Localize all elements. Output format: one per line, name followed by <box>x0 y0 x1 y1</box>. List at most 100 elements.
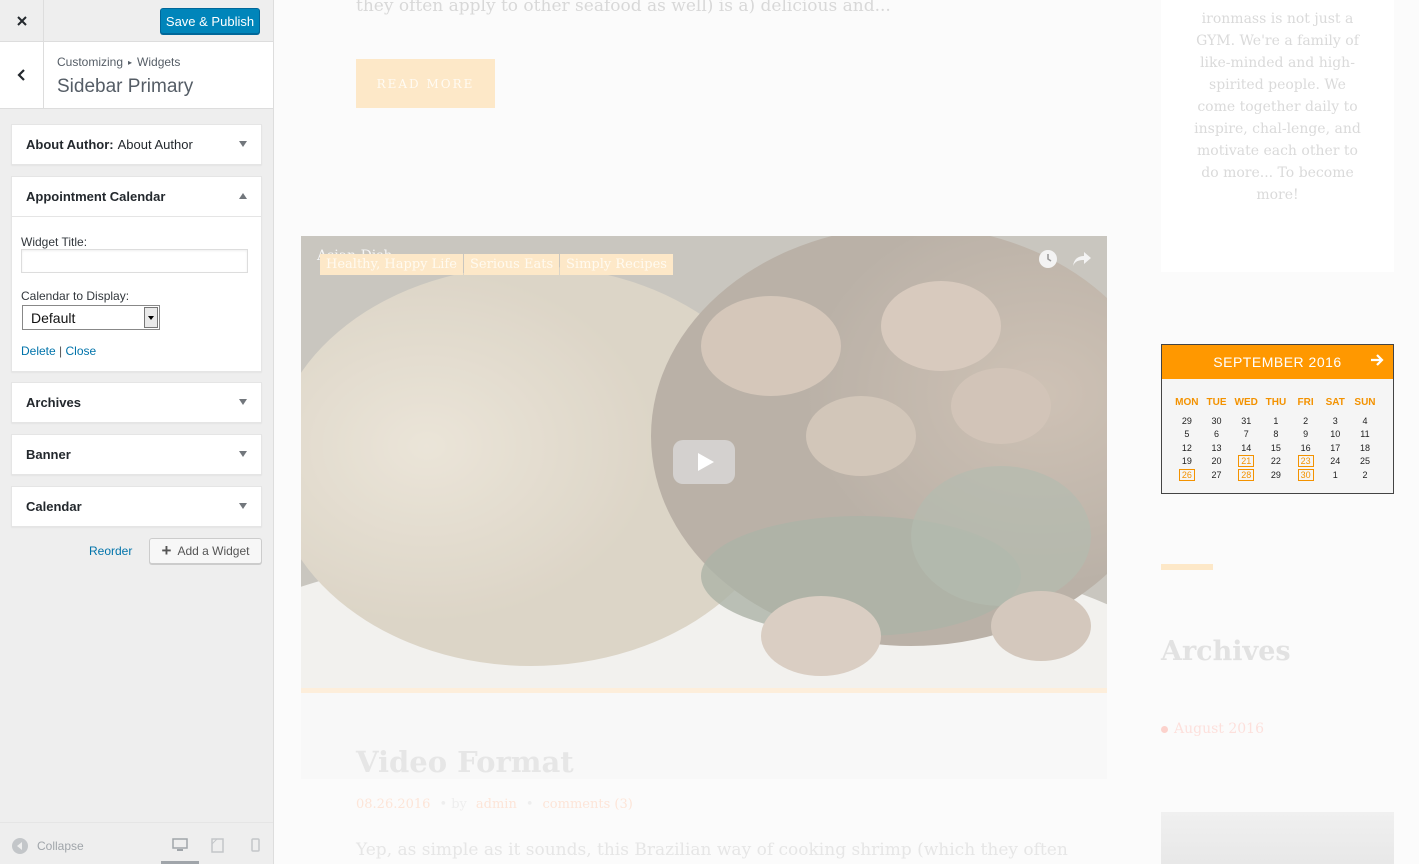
calendar-day-available[interactable]: 26 <box>1178 468 1195 481</box>
calendar-day: 7 <box>1243 429 1249 440</box>
video-embed[interactable]: Asian Dish Healthy, Happy Life Serious E… <box>301 236 1107 690</box>
post-author[interactable]: admin <box>476 797 517 812</box>
calendar-day: 11 <box>1360 429 1370 440</box>
calendar-day: 1 <box>1332 469 1338 480</box>
post-excerpt-top: they often apply to other seafood as wel… <box>356 0 891 16</box>
archive-item-label: August 2016 <box>1174 721 1264 737</box>
close-customizer-button[interactable] <box>0 0 44 42</box>
customizer-footer: Collapse <box>0 822 273 864</box>
calendar-day: 31 <box>1241 416 1252 427</box>
post-date[interactable]: 08.26.2016 <box>356 797 430 812</box>
post-by: • by <box>439 797 467 812</box>
widget-actions: Delete | Close <box>21 344 96 358</box>
widget-archives-header[interactable]: Archives <box>12 383 261 422</box>
collapse-button[interactable]: Collapse <box>12 838 84 854</box>
calendar-grid: MON TUE WED THU FRI SAT SUN 29 30 31 1 2 3 4 5 6 7 8 9 10 11… <box>1172 396 1386 481</box>
arrow-right-icon[interactable] <box>1370 353 1384 367</box>
calendar-day: 12 <box>1181 442 1192 453</box>
archives-title: Archives <box>1161 636 1291 667</box>
bullet-icon <box>1161 725 1168 733</box>
calendar-day: 21 <box>1231 455 1261 468</box>
calendar-day-available[interactable]: 21 <box>1238 455 1255 468</box>
clock-icon[interactable] <box>1038 249 1058 269</box>
tablet-icon <box>210 837 224 853</box>
widget-appointment-calendar-header[interactable]: Appointment Calendar <box>12 177 261 216</box>
widget-archives: Archives <box>11 382 262 423</box>
archive-item[interactable]: August 2016 <box>1161 721 1264 737</box>
widget-about-author-header[interactable]: About Author: About Author <box>12 125 261 164</box>
dropdown-button[interactable] <box>144 307 158 328</box>
widget-banner-header[interactable]: Banner <box>12 435 261 474</box>
customizer-panel: Save & Publish Customizing ▸ Widgets Sid… <box>0 0 274 864</box>
calendar-day: 29 <box>1270 469 1281 480</box>
calendar-weekday: SUN <box>1354 397 1376 409</box>
customizer-header: Save & Publish <box>0 0 273 42</box>
calendar-day: 23 <box>1291 455 1321 468</box>
breadcrumb-separator-icon: ▸ <box>128 57 133 67</box>
calendar-week-row: 19 20 21 22 23 24 25 <box>1172 455 1386 468</box>
sidebar-divider <box>1161 564 1213 570</box>
expand-arrow-icon[interactable] <box>239 141 247 147</box>
calendar-select[interactable]: Default <box>22 305 160 330</box>
site-preview: they often apply to other seafood as wel… <box>274 0 1419 864</box>
calendar-day: 6 <box>1214 429 1220 440</box>
widget-about-author: About Author: About Author <box>11 124 262 165</box>
calendar-day: 18 <box>1359 442 1370 453</box>
calendar-day: 2 <box>1303 416 1309 427</box>
calendar-weekday: WED <box>1234 397 1258 409</box>
link-separator: | <box>59 344 63 358</box>
about-text: ironmass is not just a GYM. We're a fami… <box>1194 11 1361 203</box>
close-icon <box>16 16 27 26</box>
calendar-select-value: Default <box>31 309 76 326</box>
close-widget-link[interactable]: Close <box>66 344 97 358</box>
expand-arrow-icon[interactable] <box>239 451 247 457</box>
widget-archives-title: Archives <box>26 395 81 410</box>
tag-simply-recipes[interactable]: Simply Recipes <box>560 254 673 275</box>
widget-calendar-header[interactable]: Calendar <box>12 487 261 526</box>
collapse-arrow-icon[interactable] <box>239 193 247 199</box>
tag-healthy-happy-life[interactable]: Healthy, Happy Life <box>320 254 463 275</box>
chevron-down-icon <box>148 315 154 320</box>
calendar-to-display-label: Calendar to Display: <box>21 289 130 303</box>
widget-about-author-subtitle: About Author <box>117 137 193 152</box>
share-icon[interactable] <box>1071 249 1093 269</box>
save-publish-button[interactable]: Save & Publish <box>160 8 260 34</box>
read-more-button[interactable]: READ MORE <box>356 59 495 108</box>
expand-arrow-icon[interactable] <box>239 399 247 405</box>
widget-appointment-calendar-form: Widget Title: Calendar to Display: Defau… <box>12 216 261 371</box>
post-comments[interactable]: comments (3) <box>543 797 633 812</box>
calendar-weekday: THU <box>1265 397 1287 409</box>
breadcrumb-customizing: Customizing <box>57 55 124 69</box>
calendar-day: 1 <box>1273 416 1279 427</box>
breadcrumb: Customizing ▸ Widgets <box>57 55 180 69</box>
calendar-day-available[interactable]: 30 <box>1297 468 1314 481</box>
calendar-header: SEPTEMBER 2016 <box>1162 345 1393 379</box>
meta-separator: • <box>525 797 534 812</box>
play-button[interactable] <box>673 440 735 484</box>
desktop-preview-button[interactable] <box>170 835 190 855</box>
add-widget-button[interactable]: + Add a Widget <box>149 538 262 564</box>
calendar-day: 26 <box>1172 468 1202 481</box>
calendar-day: 5 <box>1184 429 1190 440</box>
tablet-preview-button[interactable] <box>207 835 227 855</box>
calendar-day-available[interactable]: 23 <box>1297 455 1314 468</box>
calendar-day: 27 <box>1211 469 1222 480</box>
widget-calendar-title: Calendar <box>26 499 82 514</box>
calendar-day: 16 <box>1300 442 1311 453</box>
back-button[interactable] <box>0 42 44 108</box>
post-excerpt: Yep, as simple as it sounds, this Brazil… <box>356 840 1068 860</box>
delete-widget-link[interactable]: Delete <box>21 344 56 358</box>
expand-arrow-icon[interactable] <box>239 503 247 509</box>
mobile-icon <box>250 838 260 852</box>
sidebar-image <box>1161 812 1394 864</box>
post-title[interactable]: Video Format <box>356 745 574 779</box>
calendar-day-available[interactable]: 28 <box>1238 468 1255 481</box>
desktop-icon <box>172 838 188 851</box>
tag-serious-eats[interactable]: Serious Eats <box>464 254 560 275</box>
reorder-link[interactable]: Reorder <box>89 544 132 558</box>
calendar-weekday-row: MON TUE WED THU FRI SAT SUN <box>1172 396 1386 409</box>
mobile-preview-button[interactable] <box>245 835 265 855</box>
calendar-day: 3 <box>1332 416 1338 427</box>
widget-appointment-calendar: Appointment Calendar Widget Title: Calen… <box>11 176 262 372</box>
widget-title-input[interactable] <box>21 249 248 273</box>
